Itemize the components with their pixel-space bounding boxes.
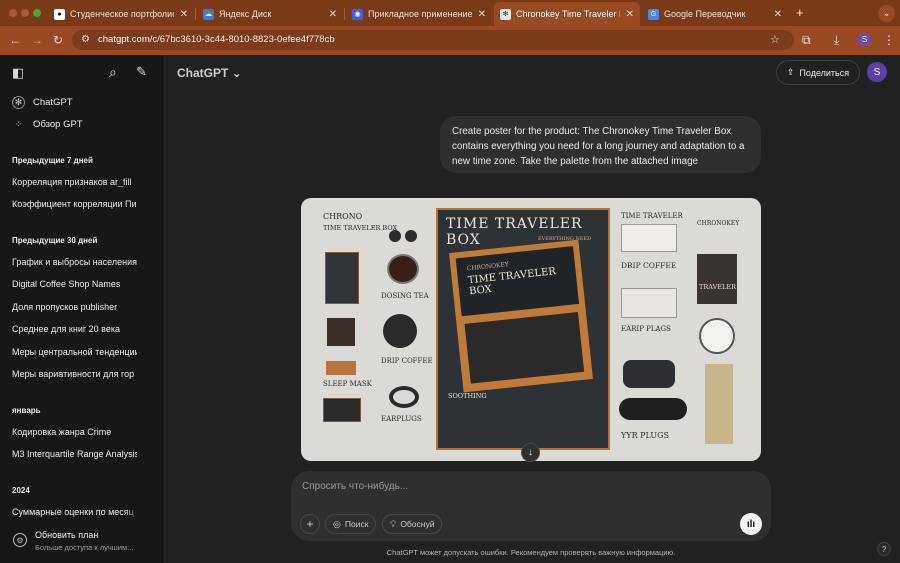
chat-history-item[interactable]: График и выбросы населения	[12, 257, 137, 267]
close-tab-icon[interactable]: ✕	[180, 9, 188, 20]
chat-history-item[interactable]: Доля пропусков publisher	[12, 302, 137, 312]
chevron-down-icon: ⌄	[231, 66, 242, 80]
new-tab-icon[interactable]: +	[796, 5, 804, 20]
page-icon: ◉	[352, 8, 363, 20]
help-button[interactable]: ?	[877, 542, 891, 556]
browser-menu-icon[interactable]: ⋮	[883, 33, 895, 47]
sidebar-item-explore-gpts[interactable]: ⁘ Обзор GPT	[12, 118, 83, 131]
browser-tab[interactable]: G Google Переводчик ✕	[642, 2, 788, 26]
share-button[interactable]: ⇪ Поделиться	[776, 60, 860, 85]
browser-tab[interactable]: ● Студенческое портфолио / Э ✕	[48, 2, 194, 26]
generated-poster-image[interactable]: CHRONO TIME TRAVELER BOX DOSING TEA DRIP…	[301, 198, 761, 461]
github-icon: ●	[54, 8, 65, 20]
sidebar-toggle-icon[interactable]: ◧	[12, 65, 24, 81]
chat-history-item[interactable]: Кодировка жанра Crime	[12, 427, 137, 437]
chat-history-item[interactable]: Меры вариативности для гор	[12, 369, 137, 379]
browser-tab-strip: ● Студенческое портфолио / Э ✕ ☁ Яндекс …	[0, 0, 900, 26]
tea-cups-image	[389, 230, 419, 242]
earplugs-case-image	[389, 386, 419, 408]
back-arrow-icon[interactable]: ←	[9, 33, 21, 47]
book-image	[325, 252, 359, 304]
chat-history-item[interactable]: Меры центральной тенденции	[12, 347, 137, 357]
browser-tab-active[interactable]: ✻ Chronokey Time Traveler Box ✕	[494, 2, 640, 26]
lightbulb-icon: 💡︎	[390, 518, 397, 529]
new-chat-icon[interactable]: ✎	[136, 64, 147, 80]
card-image	[621, 288, 677, 318]
url-text[interactable]: chatgpt.com/c/67bc3610-3c44-8010-8823-0e…	[98, 34, 335, 45]
neck-pillow-image	[623, 360, 675, 388]
kettle-image	[383, 314, 417, 348]
brochure-image	[621, 224, 677, 252]
close-tab-icon[interactable]: ✕	[329, 9, 337, 20]
yandex-disk-icon: ☁	[203, 8, 214, 20]
coffee-packet-image	[326, 361, 356, 375]
message-input[interactable]: Спросить что-нибудь...	[302, 481, 408, 492]
chat-history-item[interactable]: Суммарные оценки по месяц	[12, 507, 137, 517]
close-tab-icon[interactable]: ✕	[774, 9, 782, 20]
section-heading: 2024	[12, 486, 30, 495]
brochure-image	[327, 318, 355, 346]
chat-history-item[interactable]: M3 Interquartile Range Analysis	[12, 449, 137, 459]
reload-icon[interactable]: ↻	[53, 33, 63, 47]
upgrade-plan-button[interactable]: ⚙ Обновить план Больше доступа к лучшим.…	[0, 525, 163, 557]
close-tab-icon[interactable]: ✕	[478, 9, 486, 20]
tea-cup-image	[387, 254, 419, 284]
google-translate-icon: G	[648, 8, 659, 20]
tab-search-chevron-icon[interactable]: ⌄	[878, 5, 895, 22]
forward-arrow-icon[interactable]: →	[31, 33, 43, 47]
scroll-down-arrow-icon[interactable]: ↓	[521, 443, 540, 462]
booklet-image	[697, 254, 737, 304]
search-icon[interactable]: ⌕	[109, 64, 117, 81]
bookmark-star-icon[interactable]: ☆	[770, 33, 780, 46]
section-heading: Предыдущие 7 дней	[12, 156, 93, 165]
globe-icon: ◎	[333, 518, 341, 529]
voice-mode-icon[interactable]: ılı	[740, 513, 762, 535]
window-close-button[interactable]	[9, 9, 17, 17]
sidebar: ◧ ⌕ ✎ ✻ ChatGPT ⁘ Обзор GPT Предыдущие 7…	[0, 55, 163, 563]
clock-image	[699, 318, 735, 354]
grid-icon: ⁘	[14, 119, 23, 129]
message-composer: Спросить что-нибудь... + ◎ Поиск 💡︎ Обос…	[291, 471, 771, 541]
product-box-image: CHRONOKEY TIME TRAVELER BOX	[449, 239, 593, 393]
user-message: Create poster for the product: The Chron…	[440, 116, 761, 173]
site-settings-icon[interactable]: ⚙	[81, 34, 90, 45]
window-minimize-button[interactable]	[21, 9, 29, 17]
profile-avatar[interactable]: S	[858, 33, 871, 46]
upgrade-icon: ⚙	[13, 533, 27, 547]
section-heading: Предыдущие 30 дней	[12, 236, 98, 245]
download-icon[interactable]: ⤓	[834, 33, 839, 48]
extensions-icon[interactable]: ⧉	[802, 33, 811, 48]
chatgpt-logo-icon: ✻	[12, 96, 25, 109]
browser-tab[interactable]: ◉ Прикладное применение ге ✕	[346, 2, 492, 26]
sidebar-item-chatgpt[interactable]: ✻ ChatGPT	[12, 96, 73, 109]
window-maximize-button[interactable]	[33, 9, 41, 17]
search-button[interactable]: ◎ Поиск	[325, 514, 377, 534]
hourglass-image	[705, 364, 733, 444]
share-icon: ⇪	[786, 67, 795, 77]
chat-history-item[interactable]: Digital Coffee Shop Names	[12, 279, 137, 289]
chatgpt-icon: ✻	[500, 8, 511, 20]
disclaimer-text: ChatGPT может допускать ошибки. Рекоменд…	[386, 548, 676, 557]
attach-plus-button[interactable]: +	[300, 514, 320, 534]
chat-history-item[interactable]: Коэффициент корреляции Пи	[12, 199, 137, 209]
model-selector[interactable]: ChatGPT ⌄	[177, 66, 242, 80]
close-tab-icon[interactable]: ✕	[626, 9, 634, 20]
poster-center-panel: TIME TRAVELER BOX EVERYTHING NEED CHRONO…	[436, 208, 610, 450]
chat-history-item[interactable]: Среднее для книг 20 века	[12, 324, 137, 334]
sleep-mask-image	[619, 398, 687, 420]
reason-button[interactable]: 💡︎ Обоснуй	[382, 514, 443, 534]
user-avatar[interactable]: S	[867, 62, 887, 82]
browser-tab[interactable]: ☁ Яндекс Диск ✕	[197, 2, 343, 26]
chat-history-item[interactable]: Корреляция признаков ar_fill	[12, 177, 137, 187]
box-image	[323, 398, 361, 422]
section-heading: январь	[12, 406, 41, 415]
